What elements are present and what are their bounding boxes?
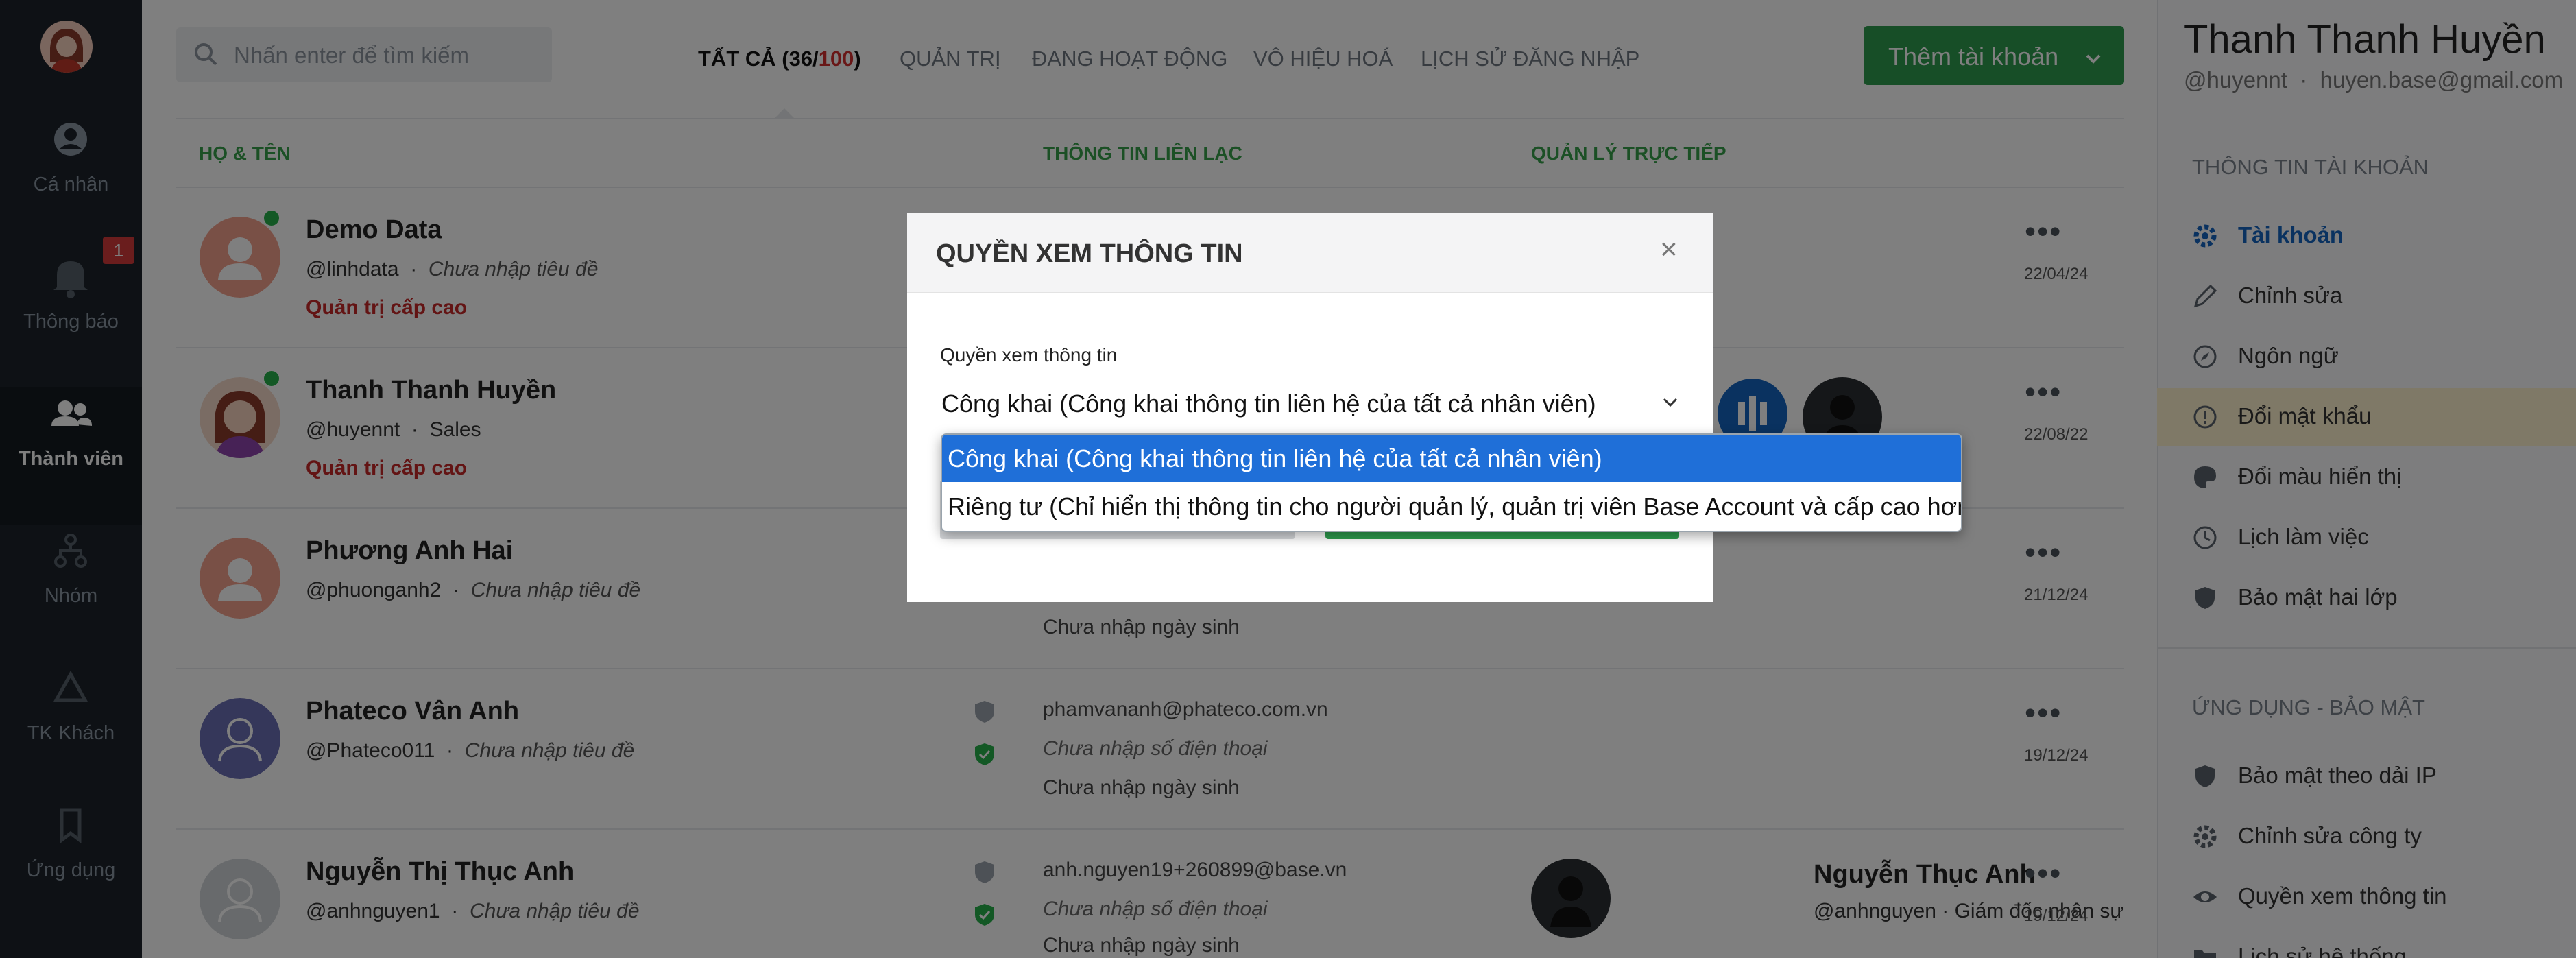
modal-title: QUYỀN XEM THÔNG TIN xyxy=(936,239,1243,268)
permission-options-list: Công khai (Công khai thông tin liên hệ c… xyxy=(941,433,1962,532)
option-label: Công khai (Công khai thông tin liên hệ c… xyxy=(948,444,1602,472)
close-icon[interactable]: × xyxy=(1660,235,1678,265)
modal-header: QUYỀN XEM THÔNG TIN × xyxy=(907,213,1713,293)
field-label: Quyền xem thông tin xyxy=(940,344,1118,366)
option-label: Riêng tư (Chỉ hiển thị thông tin cho ngư… xyxy=(948,492,1962,520)
option-private[interactable]: Riêng tư (Chỉ hiển thị thông tin cho ngư… xyxy=(942,483,1961,530)
option-public[interactable]: Công khai (Công khai thông tin liên hệ c… xyxy=(942,435,1961,482)
permission-select-value: Công khai (Công khai thông tin liên hệ c… xyxy=(941,390,1596,418)
permission-select[interactable]: Công khai (Công khai thông tin liên hệ c… xyxy=(935,377,1687,427)
view-permission-modal: QUYỀN XEM THÔNG TIN × Quyền xem thông ti… xyxy=(907,213,1713,602)
chevron-down-icon[interactable] xyxy=(1660,392,1681,416)
